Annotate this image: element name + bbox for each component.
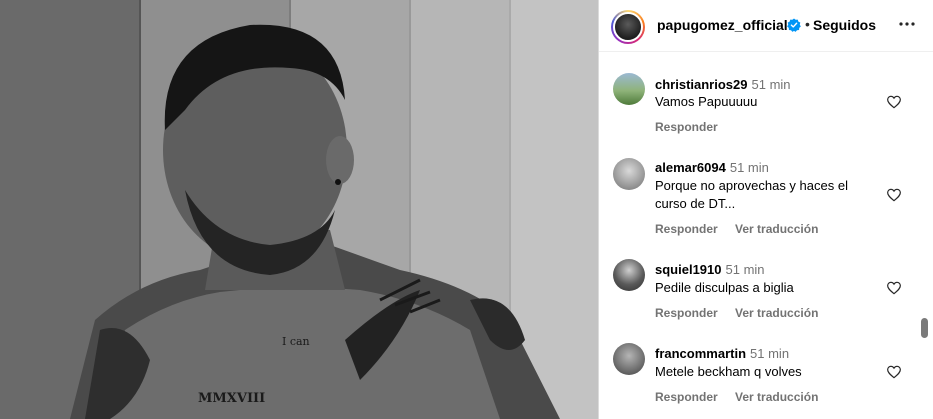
comment-actions: Responder Ver traducción bbox=[655, 390, 832, 404]
header-separator: • bbox=[805, 16, 810, 32]
comment-time: 51 min bbox=[725, 262, 765, 277]
comment-actions: Responder bbox=[655, 120, 732, 134]
more-options-icon[interactable] bbox=[897, 14, 917, 34]
translate-button[interactable]: Ver traducción bbox=[735, 222, 818, 236]
comment-time: 51 min bbox=[729, 160, 769, 175]
heart-icon[interactable] bbox=[886, 94, 902, 110]
author-avatar[interactable] bbox=[611, 10, 645, 44]
comment-username[interactable]: squiel1910 bbox=[655, 262, 722, 277]
post-header: papugomez_official • Seguidos bbox=[599, 0, 933, 52]
comment-username[interactable]: francommartin bbox=[655, 346, 746, 361]
reply-button[interactable]: Responder bbox=[655, 306, 718, 320]
reply-button[interactable]: Responder bbox=[655, 390, 718, 404]
reply-button[interactable]: Responder bbox=[655, 222, 718, 236]
reply-button[interactable]: Responder bbox=[655, 120, 718, 134]
comment-avatar[interactable] bbox=[613, 259, 645, 291]
comment-username[interactable]: christianrios29 bbox=[655, 77, 748, 92]
verified-badge-icon bbox=[787, 18, 801, 32]
heart-icon[interactable] bbox=[886, 187, 902, 203]
comment-time: 51 min bbox=[750, 346, 790, 361]
post-image[interactable]: I can MMXVIII bbox=[0, 0, 598, 419]
comment-avatar[interactable] bbox=[613, 343, 645, 375]
comments-panel: papugomez_official • Seguidos christianr… bbox=[598, 0, 933, 419]
comment-avatar[interactable] bbox=[613, 73, 645, 105]
translate-button[interactable]: Ver traducción bbox=[735, 306, 818, 320]
comment-text: Metele beckham q volves bbox=[655, 364, 802, 379]
tattoo-text-small: I can bbox=[282, 335, 310, 348]
comment-text: Vamos Papuuuuu bbox=[655, 94, 758, 109]
comment-avatar[interactable] bbox=[613, 158, 645, 190]
post-photo-illustration: I can MMXVIII bbox=[0, 0, 598, 419]
comments-list[interactable]: christianrios29 51 min Vamos Papuuuuu Res… bbox=[599, 53, 933, 419]
comments-scrollbar[interactable] bbox=[921, 318, 928, 338]
heart-icon[interactable] bbox=[886, 280, 902, 296]
author-username[interactable]: papugomez_official bbox=[657, 17, 788, 33]
comment-time: 51 min bbox=[751, 77, 791, 92]
translate-button[interactable]: Ver traducción bbox=[735, 390, 818, 404]
following-button[interactable]: Seguidos bbox=[813, 17, 876, 33]
heart-icon[interactable] bbox=[886, 364, 902, 380]
comment-username[interactable]: alemar6094 bbox=[655, 160, 726, 175]
comment-actions: Responder Ver traducción bbox=[655, 222, 832, 236]
comment-text: Pedile disculpas a biglia bbox=[655, 280, 794, 295]
comment-text: Porque no aprovechas y haces el curso de… bbox=[655, 178, 848, 211]
comment-actions: Responder Ver traducción bbox=[655, 306, 832, 320]
tattoo-text-roman: MMXVIII bbox=[198, 391, 265, 406]
